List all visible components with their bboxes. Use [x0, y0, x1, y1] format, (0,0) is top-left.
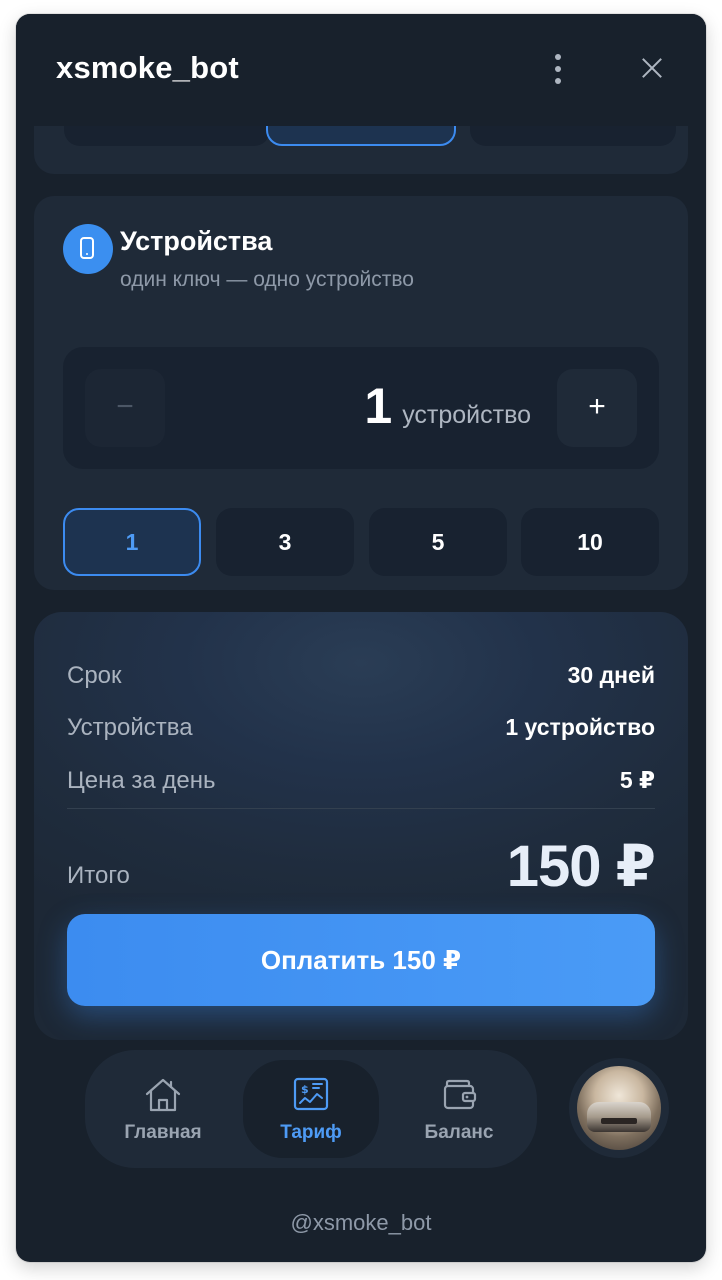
device-presets: 1 3 5 10 [63, 508, 659, 576]
device-count-value: 1 [364, 378, 393, 434]
window-title: xsmoke_bot [56, 50, 239, 85]
wallet-icon [443, 1079, 477, 1110]
nav-label-tariff: Тариф [280, 1122, 342, 1143]
summary-row-daily-price: Цена за день 5 ₽ [67, 767, 655, 799]
nav-item-balance[interactable]: Баланс [391, 1060, 527, 1158]
pay-button[interactable]: Оплатить 150 ₽ [67, 914, 655, 1006]
devices-title: Устройства [120, 226, 273, 256]
bot-handle: @xsmoke_bot [290, 1210, 432, 1235]
close-icon[interactable] [636, 52, 668, 84]
summary-divider [67, 808, 655, 809]
nav-item-tariff[interactable]: $ Тариф [243, 1060, 379, 1158]
device-stepper: − 1 устройство + [63, 347, 659, 469]
tariff-receipt-icon: $ [293, 1077, 329, 1111]
summary-label: Срок [67, 662, 122, 689]
home-icon [145, 1078, 181, 1112]
profile-avatar[interactable] [569, 1058, 669, 1158]
summary-row-term: Срок 30 дней [67, 662, 655, 694]
devices-card: Устройства один ключ — одно устройство −… [34, 196, 688, 590]
smartphone-icon [63, 224, 113, 274]
summary-label: Цена за день [67, 767, 216, 794]
increment-button[interactable]: + [557, 369, 637, 447]
summary-value: 5 ₽ [619, 767, 655, 793]
title-bar: xsmoke_bot [16, 14, 706, 126]
summary-value: 30 дней [567, 662, 655, 688]
total-amount: 150 ₽ [506, 834, 656, 899]
summary-value: 1 устройство [505, 714, 655, 740]
preset-button-1[interactable]: 1 [63, 508, 201, 576]
nav-item-home[interactable]: Главная [95, 1060, 231, 1158]
avatar-photo [577, 1066, 661, 1150]
order-summary-card: Срок 30 дней Устройства 1 устройство Цен… [34, 612, 688, 1040]
nav-label-home: Главная [124, 1122, 202, 1143]
mini-app-window: xsmoke_bot Устройства один ключ — одно у… [16, 14, 706, 1262]
svg-text:$: $ [301, 1083, 309, 1096]
summary-label: Устройства [67, 714, 193, 741]
decrement-button[interactable]: − [85, 369, 165, 447]
preset-button-10[interactable]: 10 [521, 508, 659, 576]
device-count-unit: устройство [402, 401, 531, 429]
device-count: 1 устройство [364, 377, 531, 435]
more-vertical-icon[interactable] [546, 52, 570, 86]
preset-button-5[interactable]: 5 [369, 508, 507, 576]
bottom-navigation: Главная $ Тариф Баланс [85, 1050, 537, 1168]
nav-label-balance: Баланс [424, 1122, 494, 1143]
devices-subtitle: один ключ — одно устройство [120, 268, 414, 291]
preset-button-3[interactable]: 3 [216, 508, 354, 576]
summary-row-devices: Устройства 1 устройство [67, 714, 655, 746]
total-label: Итого [67, 862, 130, 889]
